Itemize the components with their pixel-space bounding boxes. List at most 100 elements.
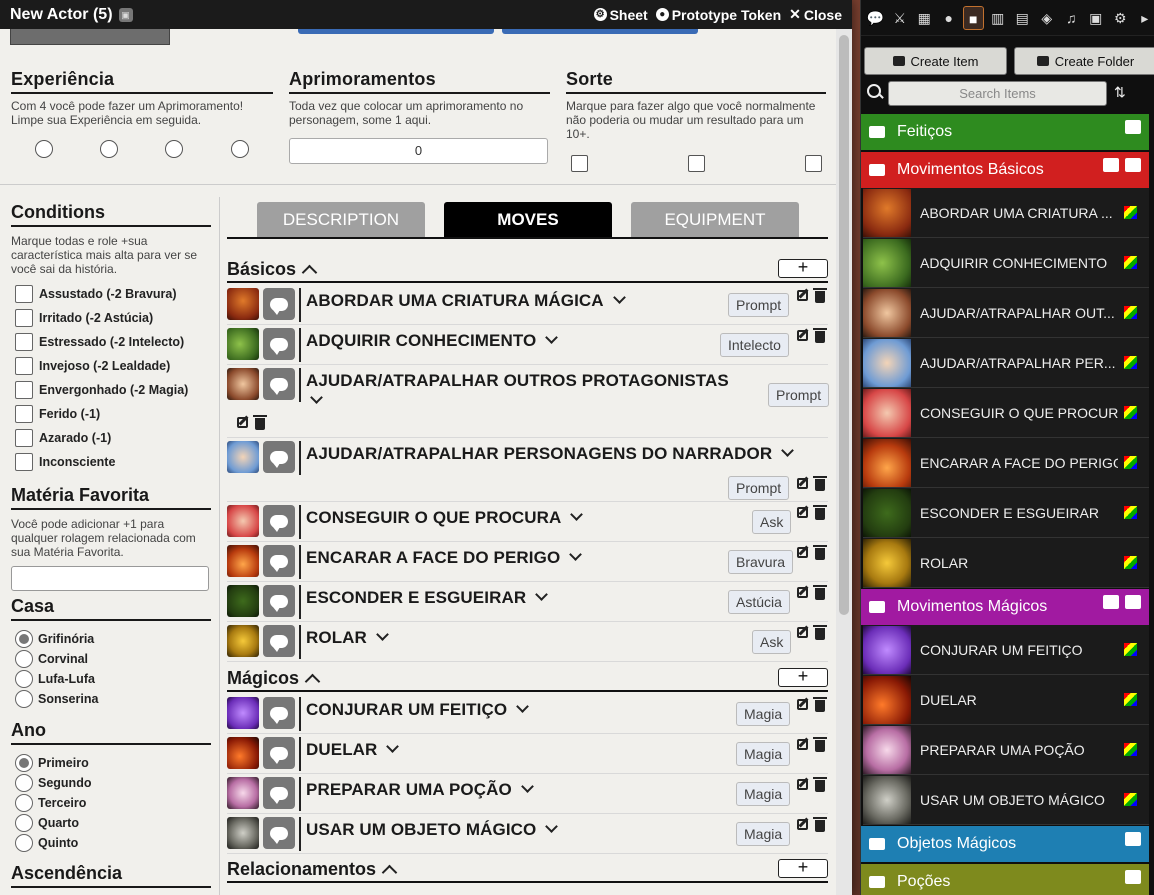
- sidebar-item[interactable]: ENCARAR A FACE DO PERIGO: [863, 438, 1149, 488]
- edit-icon[interactable]: [797, 330, 811, 344]
- edit-icon[interactable]: [237, 417, 251, 431]
- condition-item[interactable]: Assustado (-2 Bravura): [15, 285, 177, 303]
- move-row[interactable]: CONJURAR UM FEITIÇO Magia: [227, 694, 828, 734]
- chevron-down-icon[interactable]: [612, 291, 626, 304]
- move-roll-button[interactable]: Ask: [752, 630, 792, 654]
- condition-checkbox[interactable]: [15, 429, 33, 447]
- chevron-up-icon[interactable]: [301, 264, 318, 281]
- xp-circle[interactable]: [35, 140, 53, 158]
- ano-option[interactable]: Quarto: [15, 814, 79, 832]
- move-image[interactable]: [227, 737, 259, 769]
- edit-icon[interactable]: [797, 478, 811, 492]
- chevron-down-icon[interactable]: [781, 444, 795, 457]
- close-button[interactable]: ✕ Close: [789, 6, 842, 23]
- radio-button[interactable]: [15, 834, 33, 852]
- create-folder-in-folder-icon[interactable]: [1103, 158, 1119, 172]
- move-row[interactable]: ADQUIRIR CONHECIMENTO Intelecto: [227, 325, 828, 365]
- move-roll-button[interactable]: Magia: [736, 822, 791, 846]
- chevron-down-icon[interactable]: [310, 391, 323, 404]
- sorte-checkbox[interactable]: [805, 155, 822, 172]
- condition-item[interactable]: Irritado (-2 Astúcia): [15, 309, 153, 327]
- move-name[interactable]: PREPARAR UMA POÇÃO: [306, 780, 534, 800]
- chat-icon[interactable]: [263, 441, 295, 473]
- create-item-button[interactable]: Create Item: [864, 47, 1007, 75]
- radio-button[interactable]: [15, 650, 33, 668]
- trash-icon[interactable]: [813, 328, 829, 344]
- move-image[interactable]: [227, 328, 259, 360]
- window-header[interactable]: New Actor (5) ▣ ⚙ Sheet ● Prototype Token …: [0, 0, 852, 29]
- trash-icon[interactable]: [253, 415, 269, 431]
- chat-icon[interactable]: [263, 585, 295, 617]
- edit-icon[interactable]: [797, 587, 811, 601]
- ano-option[interactable]: Quinto: [15, 834, 78, 852]
- chat-icon[interactable]: [263, 777, 295, 809]
- move-image[interactable]: [227, 817, 259, 849]
- condition-checkbox[interactable]: [15, 405, 33, 423]
- chat-icon[interactable]: [263, 505, 295, 537]
- condition-item[interactable]: Invejoso (-2 Lealdade): [15, 357, 170, 375]
- condition-item[interactable]: Ferido (-1): [15, 405, 100, 423]
- header-button-fragment[interactable]: [298, 29, 494, 34]
- chevron-down-icon[interactable]: [545, 820, 559, 833]
- create-item-in-folder-icon[interactable]: [1125, 832, 1141, 846]
- tables-tab-icon[interactable]: ▤: [1012, 6, 1033, 30]
- tab-description[interactable]: DESCRIPTION: [257, 202, 425, 238]
- move-row[interactable]: PREPARAR UMA POÇÃO Magia: [227, 774, 828, 814]
- condition-checkbox[interactable]: [15, 453, 33, 471]
- add-relacionamento-button[interactable]: +: [778, 858, 828, 878]
- move-image[interactable]: [227, 368, 259, 400]
- move-image[interactable]: [227, 288, 259, 320]
- create-item-in-folder-icon[interactable]: [1125, 158, 1141, 172]
- chat-icon[interactable]: [263, 545, 295, 577]
- move-row[interactable]: ESCONDER E ESGUEIRAR Astúcia: [227, 582, 828, 622]
- journal-tab-icon[interactable]: ▥: [988, 6, 1009, 30]
- folder-movimentos-magicos[interactable]: Movimentos Mágicos: [861, 589, 1149, 625]
- condition-item[interactable]: Azarado (-1): [15, 429, 111, 447]
- chevron-down-icon[interactable]: [376, 628, 389, 641]
- condition-checkbox[interactable]: [15, 333, 33, 351]
- condition-checkbox[interactable]: [15, 357, 33, 375]
- folder-feiticos[interactable]: Feitiços: [861, 114, 1149, 150]
- sort-icon[interactable]: ⇅: [1114, 84, 1126, 101]
- move-roll-button[interactable]: Magia: [736, 782, 791, 806]
- move-name[interactable]: DUELAR: [306, 740, 400, 760]
- chat-icon[interactable]: [263, 737, 295, 769]
- move-name[interactable]: USAR UM OBJETO MÁGICO: [306, 820, 559, 840]
- sorte-checkbox[interactable]: [571, 155, 588, 172]
- search-input[interactable]: Search Items: [888, 81, 1107, 106]
- xp-circle[interactable]: [231, 140, 249, 158]
- create-item-in-folder-icon[interactable]: [1125, 120, 1141, 134]
- add-basico-button[interactable]: +: [778, 258, 828, 278]
- move-roll-button[interactable]: Magia: [736, 742, 791, 766]
- actors-tab-icon[interactable]: ●: [939, 6, 960, 30]
- sheet-scrollbar[interactable]: [836, 29, 852, 895]
- cards-tab-icon[interactable]: ◈: [1037, 6, 1058, 30]
- move-roll-button[interactable]: Magia: [736, 702, 791, 726]
- condition-item[interactable]: Estressado (-2 Intelecto): [15, 333, 184, 351]
- move-name[interactable]: ROLAR: [306, 628, 389, 648]
- sidebar-item[interactable]: ROLAR: [863, 538, 1149, 588]
- move-image[interactable]: [227, 697, 259, 729]
- chat-icon[interactable]: [263, 625, 295, 657]
- chevron-down-icon[interactable]: [569, 548, 583, 561]
- move-row[interactable]: ENCARAR A FACE DO PERIGO Bravura: [227, 542, 828, 582]
- scenes-tab-icon[interactable]: ▦: [914, 6, 935, 30]
- sidebar-item[interactable]: PREPARAR UMA POÇÃO: [863, 725, 1149, 775]
- playlists-tab-icon[interactable]: ♫: [1061, 6, 1082, 30]
- edit-icon[interactable]: [797, 627, 811, 641]
- chat-icon[interactable]: [263, 328, 295, 360]
- move-roll-button[interactable]: Astúcia: [728, 590, 790, 614]
- casa-option[interactable]: Grifinória: [15, 630, 94, 648]
- edit-icon[interactable]: [797, 547, 811, 561]
- move-image[interactable]: [227, 505, 259, 537]
- move-row[interactable]: ROLAR Ask: [227, 622, 828, 662]
- trash-icon[interactable]: [813, 817, 829, 833]
- trash-icon[interactable]: [813, 545, 829, 561]
- move-roll-button[interactable]: Prompt: [728, 476, 790, 500]
- trash-icon[interactable]: [813, 625, 829, 641]
- folder-movimentos-basicos[interactable]: Movimentos Básicos: [861, 152, 1149, 188]
- chat-icon[interactable]: [263, 697, 295, 729]
- move-name[interactable]: ESCONDER E ESGUEIRAR: [306, 588, 549, 608]
- materia-input[interactable]: [11, 566, 209, 591]
- portrait-fragment[interactable]: [10, 29, 170, 45]
